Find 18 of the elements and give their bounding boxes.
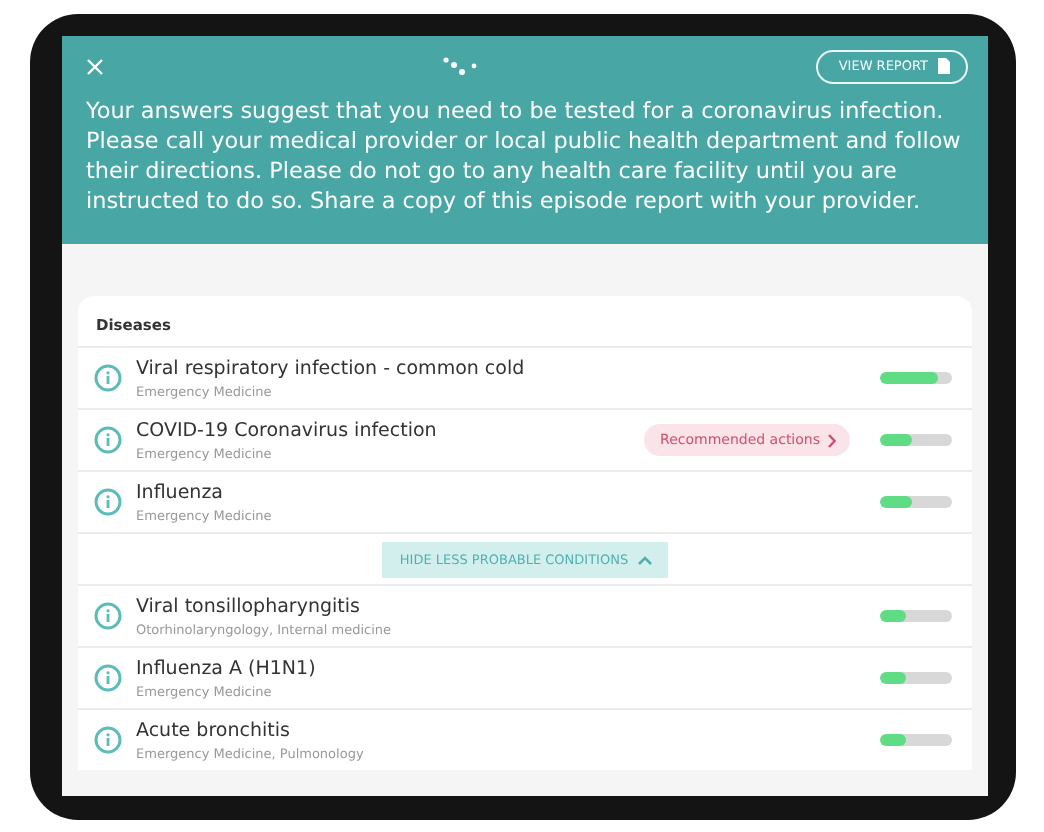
info-icon[interactable]: [94, 726, 122, 754]
chevron-up-icon: [638, 555, 653, 565]
info-icon[interactable]: [94, 664, 122, 692]
condition-name: Influenza A (H1N1): [136, 657, 318, 679]
condition-name: Influenza: [136, 481, 226, 503]
info-icon[interactable]: [94, 602, 122, 630]
condition-name: Viral respiratory infection - common cold: [136, 357, 527, 379]
result-message: Your answers suggest that you need to be tested for a coronavirus infection. Please call your medical provider or local public health department and follow their directions. Please do not go to any health care facility until you are instructed to do so. Share a copy of this episode report with your provider.: [86, 96, 963, 216]
close-icon[interactable]: [86, 57, 104, 75]
condition-name: COVID-19 Coronavirus infection: [136, 419, 439, 441]
document-icon: [937, 58, 950, 74]
dots-logo-icon: [442, 56, 479, 76]
info-icon[interactable]: [94, 426, 122, 454]
info-icon[interactable]: [94, 488, 122, 516]
chevron-icon: [828, 433, 836, 447]
condition-name: Viral tonsillopharyngitis: [136, 595, 362, 617]
condition-name: Acute bronchitis: [136, 719, 292, 741]
info-icon[interactable]: [94, 364, 122, 392]
